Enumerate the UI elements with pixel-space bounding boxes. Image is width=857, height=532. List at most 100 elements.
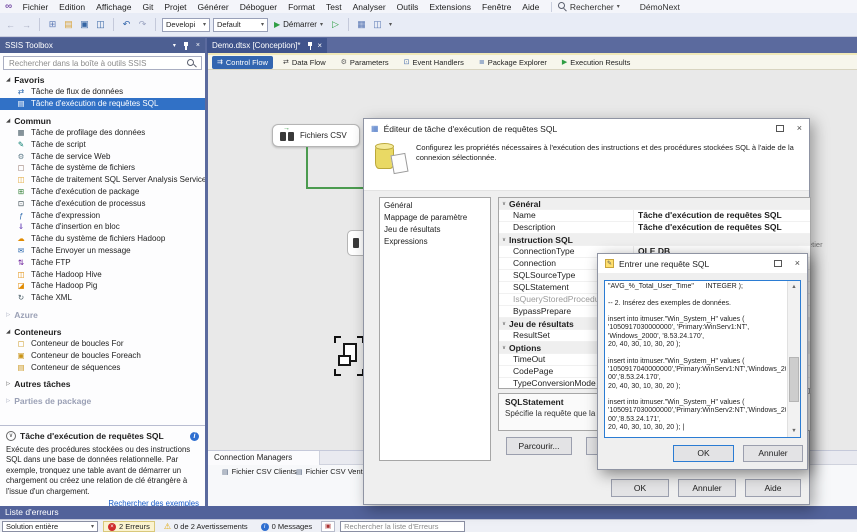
menu-fenetre[interactable]: Fenêtre <box>477 2 517 12</box>
toolbox-item[interactable]: ▣ Conteneur de boucles Foreach <box>0 349 205 361</box>
errors-filter-button[interactable]: × 2 Erreurs <box>103 521 155 532</box>
toolbox-section-conteneurs[interactable]: ◢ Conteneurs <box>0 326 205 338</box>
property-row-name[interactable]: Name Tâche d'exécution de requêtes SQL <box>499 210 810 222</box>
toolbox-item[interactable]: ▦ Tâche de profilage des données <box>0 127 205 139</box>
nav-item-mappage-de-parametre[interactable]: Mappage de paramètre <box>380 212 490 224</box>
document-tab[interactable]: Demo.dtsx [Conception]* × <box>207 38 327 53</box>
quick-search-button[interactable]: Rechercher ▾ <box>557 2 620 12</box>
start-without-debug-icon[interactable]: ▷ <box>329 19 342 30</box>
cancel-button[interactable]: Annuler <box>678 479 736 497</box>
tab-data-flow[interactable]: ⇄ Data Flow <box>278 56 331 69</box>
property-category-row[interactable]: ∨ Général <box>499 198 810 210</box>
toolbox-section-commun[interactable]: ◢ Commun <box>0 115 205 127</box>
configuration-dropdown[interactable]: Developi ▾ <box>162 17 210 32</box>
property-row-description[interactable]: Description Tâche d'exécution de requêtes… <box>499 222 810 234</box>
browse-button[interactable]: Parcourir... <box>506 437 572 455</box>
new-project-icon[interactable]: ⊞ <box>46 19 59 30</box>
scrollbar-thumb[interactable] <box>789 357 799 402</box>
error-scope-dropdown[interactable]: Solution entière ▾ <box>2 521 98 532</box>
menu-extensions[interactable]: Extensions <box>424 2 477 12</box>
maximize-icon[interactable] <box>775 125 784 132</box>
menu-outils[interactable]: Outils <box>391 2 424 12</box>
save-all-icon[interactable]: ◫ <box>94 19 107 30</box>
toolbox-item[interactable]: ◫ Tâche de traitement SQL Server Analysis… <box>0 174 205 186</box>
cancel-button[interactable]: Annuler <box>743 445 803 462</box>
toolbar-icon[interactable]: ◫ <box>371 19 384 30</box>
toolbox-item[interactable]: ƒ Tâche d'expression <box>0 209 205 221</box>
nav-back-icon[interactable]: ← <box>4 20 17 30</box>
start-button[interactable]: ▶ Démarrer ▾ <box>271 20 326 29</box>
pin-icon[interactable] <box>183 42 189 50</box>
pin-icon[interactable] <box>307 42 313 50</box>
ok-button[interactable]: OK <box>611 479 669 497</box>
tab-control-flow[interactable]: ⇉ Control Flow <box>212 55 273 69</box>
undo-icon[interactable]: ↶ <box>120 19 133 30</box>
toolbox-item[interactable]: ⊡ Tâche d'exécution de processus <box>0 197 205 209</box>
nav-item-jeu-de-resultats[interactable]: Jeu de résultats <box>380 224 490 236</box>
toolbox-item[interactable]: ⚙ Tâche de service Web <box>0 150 205 162</box>
connection-manager-csv-ventes[interactable]: ▤ Fichier CSV Ventes <box>296 467 371 476</box>
menu-deboguer[interactable]: Déboguer <box>234 2 282 12</box>
menu-projet[interactable]: Projet <box>159 2 192 12</box>
precedence-constraint-line[interactable] <box>306 187 366 189</box>
tab-parameters[interactable]: ⚙ Parameters <box>336 56 394 69</box>
scroll-up-icon[interactable]: ▲ <box>788 281 800 293</box>
tab-package-explorer[interactable]: ≣ Package Explorer <box>474 56 552 69</box>
menu-edition[interactable]: Edition <box>54 2 91 12</box>
toolbar-icon[interactable]: ▦ <box>355 19 368 30</box>
menu-test[interactable]: Test <box>321 2 348 12</box>
toolbox-item[interactable]: ◪ Tâche Hadoop Pig <box>0 280 205 292</box>
warnings-filter-button[interactable]: ⚠ 0 de 2 Avertissements <box>160 521 252 532</box>
redo-icon[interactable]: ↷ <box>136 19 149 30</box>
toolbar-overflow-icon[interactable]: ▾ <box>389 21 392 28</box>
tab-execution-results[interactable]: ▶ Execution Results <box>557 56 635 69</box>
dialog-title-bar[interactable]: ▦ Éditeur de tâche d'exécution de requêt… <box>364 119 809 138</box>
build-intellisense-icon[interactable]: ▣ <box>321 521 336 532</box>
close-icon[interactable]: × <box>317 41 322 50</box>
find-samples-link[interactable]: Rechercher des exemples <box>6 499 199 506</box>
close-icon[interactable]: × <box>797 124 802 133</box>
close-icon[interactable]: × <box>196 42 200 49</box>
help-button[interactable]: Aide <box>745 479 801 497</box>
save-icon[interactable]: ▣ <box>78 19 91 30</box>
toolbox-item[interactable]: ▢ Tâche de système de fichiers <box>0 162 205 174</box>
tab-event-handlers[interactable]: ⊡ Event Handlers <box>399 56 469 69</box>
menu-git[interactable]: Git <box>137 2 159 12</box>
nav-item-expressions[interactable]: Expressions <box>380 236 490 248</box>
toolbox-item[interactable]: ▢ Conteneur de boucles For <box>0 338 205 350</box>
toolbox-item-execute-sql-task[interactable]: ▤ Tâche d'exécution de requêtes SQL <box>0 97 205 110</box>
connection-manager-csv-clients[interactable]: ▤ Fichier CSV Clients <box>222 467 297 476</box>
toolbox-item[interactable]: ✉ Tâche Envoyer un message <box>0 245 205 257</box>
info-icon[interactable]: i <box>190 431 199 441</box>
toolbox-item[interactable]: ✎ Tâche de script <box>0 138 205 150</box>
toolbox-item[interactable]: ⊞ Tâche d'exécution de package <box>0 186 205 198</box>
maximize-icon[interactable] <box>773 260 782 267</box>
toolbox-item[interactable]: ◫ Tâche Hadoop Hive <box>0 268 205 280</box>
close-icon[interactable]: × <box>795 259 800 268</box>
task-fichiers-csv[interactable]: Fichiers CSV <box>272 124 360 147</box>
precedence-constraint-line[interactable] <box>306 147 308 189</box>
toolbox-section-azure[interactable]: ▷ Azure <box>0 309 205 321</box>
window-position-icon[interactable]: ▾ <box>173 42 176 49</box>
ok-button[interactable]: OK <box>673 445 734 462</box>
account-name[interactable]: DémoNext <box>640 2 680 12</box>
dialog-title-bar[interactable]: ✎ Entrer une requête SQL × <box>598 254 807 273</box>
chevron-collapse-icon[interactable]: ∨ <box>6 431 16 441</box>
toolbox-section-autres-taches[interactable]: ▷ Autres tâches <box>0 378 205 390</box>
platform-dropdown[interactable]: Default ▾ <box>213 17 268 32</box>
menu-affichage[interactable]: Affichage <box>91 2 137 12</box>
toolbox-section-parties-de-package[interactable]: ▷ Parties de package <box>0 395 205 407</box>
selected-sql-task-icon[interactable] <box>334 336 364 376</box>
toolbox-item[interactable]: ⇓ Tâche d'insertion en bloc <box>0 221 205 233</box>
messages-filter-button[interactable]: i 0 Messages <box>257 521 316 532</box>
toolbox-item-data-flow-task[interactable]: ⇄ Tâche de flux de données <box>0 86 205 98</box>
scroll-down-icon[interactable]: ▼ <box>788 425 800 437</box>
toolbox-item[interactable]: ↻ Tâche XML <box>0 292 205 304</box>
connection-managers-tab[interactable]: Connection Managers <box>208 451 320 465</box>
toolbox-section-favoris[interactable]: ◢ Favoris <box>0 74 205 86</box>
menu-aide[interactable]: Aide <box>517 2 545 12</box>
error-list-title[interactable]: Liste d'erreurs <box>0 506 857 519</box>
menu-generer[interactable]: Générer <box>192 2 234 12</box>
toolbox-search-input[interactable]: Rechercher dans la boîte à outils SSIS <box>3 56 202 70</box>
sql-query-textarea[interactable]: "AVG_%_Total_User_Time" INTEGER ); -- 2.… <box>604 280 801 438</box>
